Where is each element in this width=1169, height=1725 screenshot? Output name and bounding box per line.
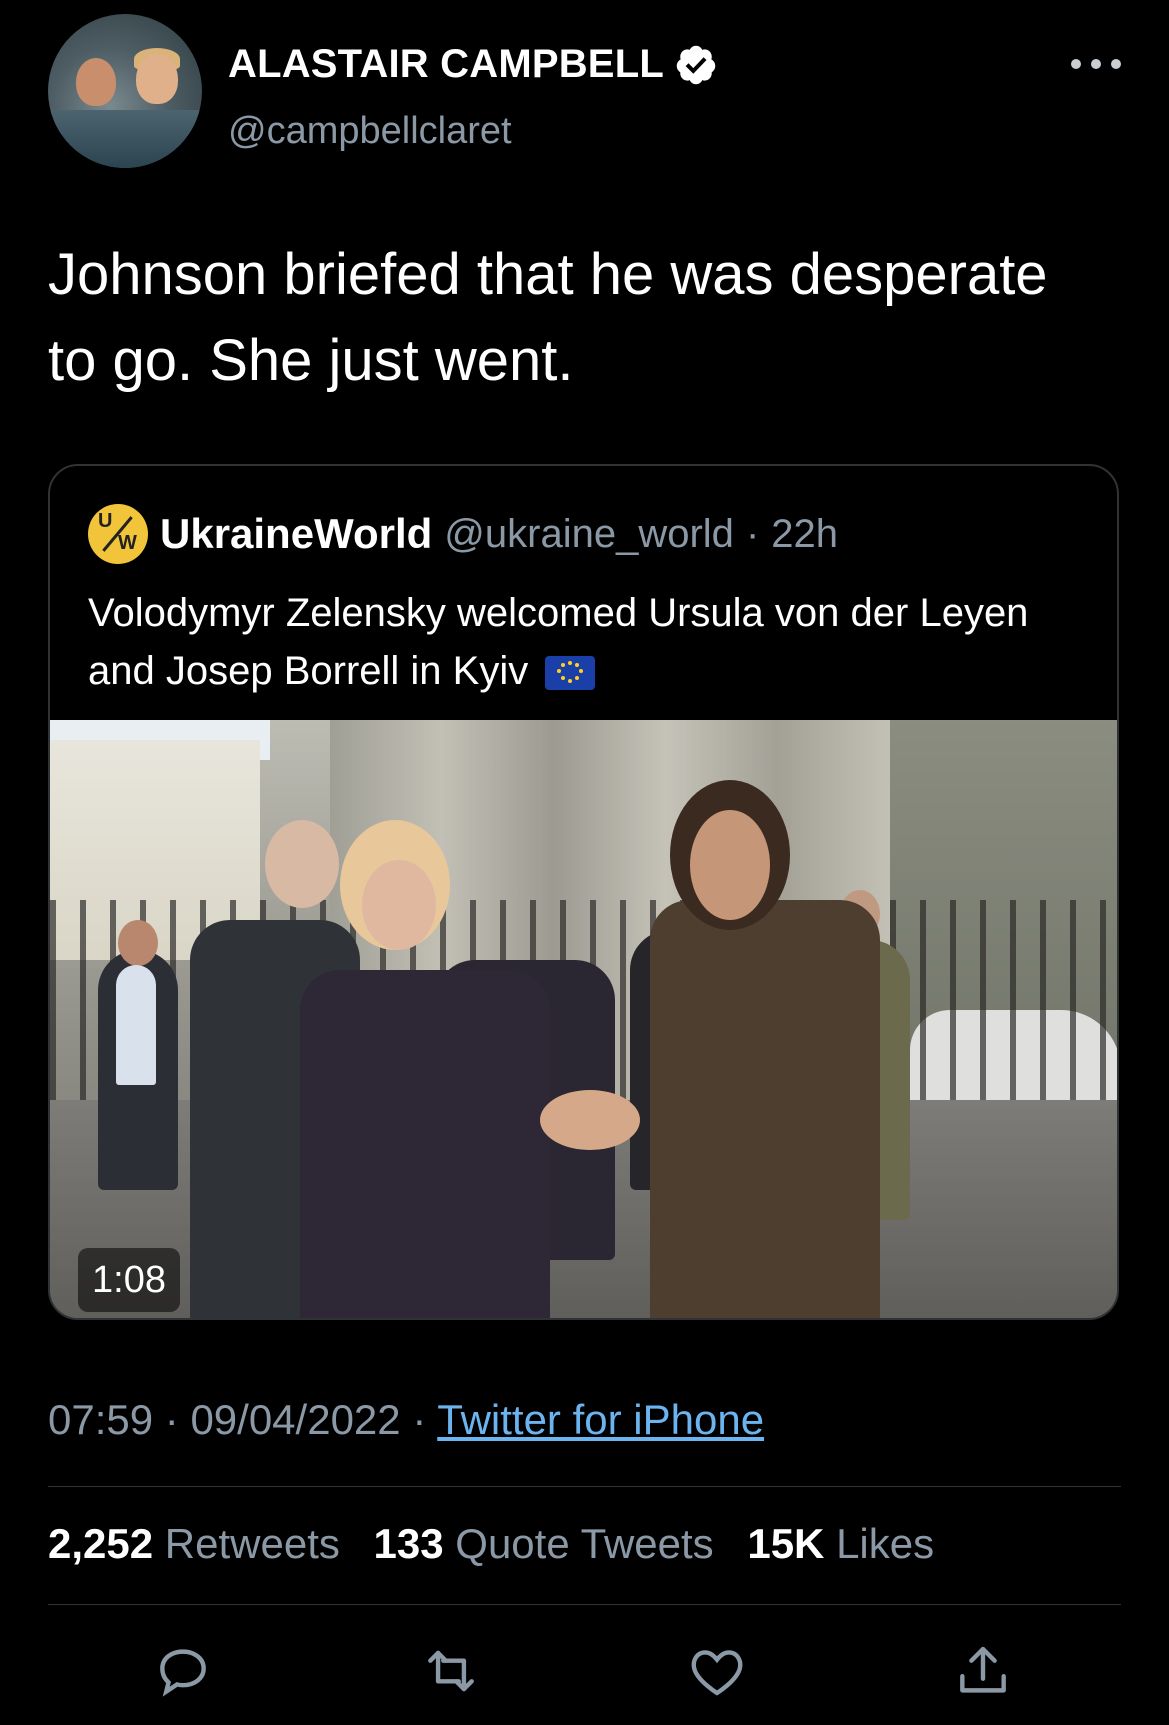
retweets-stat[interactable]: 2,252 Retweets bbox=[48, 1520, 340, 1567]
divider-bottom bbox=[48, 1604, 1121, 1605]
share-icon[interactable] bbox=[948, 1636, 1018, 1706]
quote-tweets-stat[interactable]: 133 Quote Tweets bbox=[374, 1520, 714, 1567]
author-display-name[interactable]: ALASTAIR CAMPBELL bbox=[228, 42, 664, 87]
video-thumbnail[interactable]: 1:08 bbox=[50, 720, 1117, 1318]
quoted-tweet-text: Volodymyr Zelensky welcomed Ursula von d… bbox=[88, 584, 1088, 700]
eu-flag-icon bbox=[545, 656, 596, 691]
author-avatar[interactable] bbox=[48, 14, 202, 168]
reply-icon[interactable] bbox=[148, 1636, 218, 1706]
tweet-date: 09/04/2022 bbox=[190, 1396, 401, 1443]
tweet-source-link[interactable]: Twitter for iPhone bbox=[437, 1396, 764, 1443]
like-icon[interactable] bbox=[682, 1636, 752, 1706]
quoted-author-name[interactable]: UkraineWorld bbox=[160, 510, 432, 558]
tweet-text: Johnson briefed that he was desperate to… bbox=[48, 242, 1048, 393]
tweet-header: ALASTAIR CAMPBELL @campbellclaret bbox=[48, 14, 1121, 168]
quoted-tweet-card[interactable]: U W UkraineWorld @ukraine_world · 22h Vo… bbox=[48, 464, 1119, 1320]
likes-stat[interactable]: 15K Likes bbox=[747, 1520, 934, 1567]
tweet-actions-bar bbox=[0, 1636, 1169, 1706]
separator-dot: · bbox=[745, 511, 760, 556]
tweet-time: 07:59 bbox=[48, 1396, 154, 1443]
video-duration-badge: 1:08 bbox=[78, 1248, 180, 1312]
quoted-author-handle[interactable]: @ukraine_world bbox=[444, 512, 734, 557]
quoted-time-ago: 22h bbox=[771, 511, 839, 556]
tweet-stats: 2,252 Retweets 133 Quote Tweets 15K Like… bbox=[48, 1520, 956, 1568]
verified-badge-icon bbox=[674, 43, 718, 87]
quoted-author-avatar[interactable]: U W bbox=[88, 504, 148, 564]
tweet-meta: 07:59 · 09/04/2022 · Twitter for iPhone bbox=[48, 1396, 765, 1443]
author-handle[interactable]: @campbellclaret bbox=[228, 110, 512, 153]
author-name-row[interactable]: ALASTAIR CAMPBELL bbox=[228, 42, 718, 87]
divider-top bbox=[48, 1486, 1121, 1487]
quoted-tweet-header: U W UkraineWorld @ukraine_world · 22h bbox=[88, 504, 838, 564]
retweet-icon[interactable] bbox=[416, 1636, 486, 1706]
more-options-icon[interactable] bbox=[1071, 52, 1121, 76]
